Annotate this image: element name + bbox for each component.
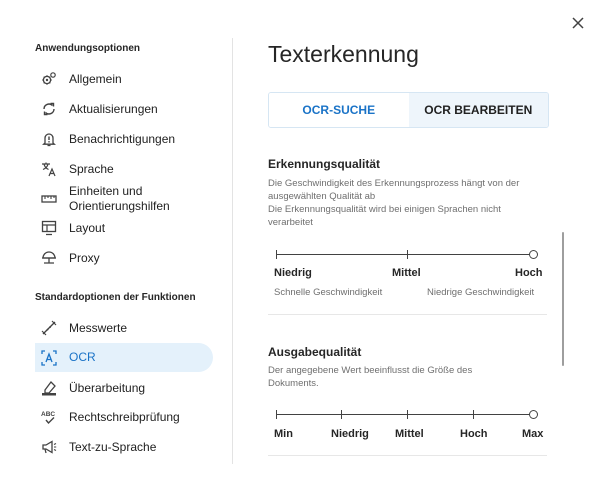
sidebar-item-general[interactable]: Allgemein bbox=[35, 70, 213, 88]
sidebar-item-language[interactable]: Sprache bbox=[35, 160, 213, 178]
output-level-low: Niedrig bbox=[331, 428, 369, 440]
close-button[interactable] bbox=[568, 13, 588, 33]
sidebar-item-label: Rechtschreibprüfung bbox=[69, 409, 180, 424]
translate-icon bbox=[40, 160, 58, 178]
layout-icon bbox=[40, 219, 58, 237]
sidebar-item-proxy[interactable]: Proxy bbox=[35, 249, 213, 267]
sidebar-item-label: Allgemein bbox=[69, 71, 122, 86]
megaphone-icon bbox=[40, 438, 58, 456]
section-divider bbox=[268, 314, 547, 315]
recognition-desc-line-2: Die Erkennungsqualität wird bei einigen … bbox=[268, 204, 501, 228]
sidebar-item-text-to-speech[interactable]: Text-zu-Sprache bbox=[35, 438, 213, 456]
recognition-quality-description: Die Geschwindigkeit des Erkennungsprozes… bbox=[268, 177, 548, 229]
sidebar-item-label: Proxy bbox=[69, 250, 100, 265]
slider-tick bbox=[407, 250, 408, 259]
sidebar-item-measurements[interactable]: Messwerte bbox=[35, 319, 213, 337]
slider-tick bbox=[341, 410, 342, 419]
ocr-settings-panel: Texterkennung OCR-SUCHE OCR BEARBEITEN E… bbox=[268, 0, 568, 500]
tab-ocr-edit[interactable]: OCR BEARBEITEN bbox=[408, 93, 548, 127]
content-scrollbar[interactable] bbox=[562, 232, 564, 366]
output-level-max: Max bbox=[522, 428, 544, 440]
spellcheck-icon: ABC bbox=[40, 408, 58, 426]
section-title-feature-defaults: Standardoptionen der Funktionen bbox=[35, 292, 196, 303]
sidebar-item-notifications[interactable]: Benachrichtigungen bbox=[35, 130, 213, 148]
output-level-min: Min bbox=[274, 428, 293, 440]
bell-alert-icon bbox=[40, 130, 58, 148]
output-level-high: Hoch bbox=[460, 428, 488, 440]
sidebar-item-units[interactable]: Einheiten und Orientierungshilfen bbox=[35, 183, 213, 215]
output-quality-slider[interactable] bbox=[276, 409, 538, 421]
sidebar-item-label: Einheiten und Orientierungshilfen bbox=[69, 184, 170, 213]
sidebar-item-label: OCR bbox=[69, 350, 96, 364]
sidebar-item-label: Layout bbox=[69, 220, 106, 235]
sidebar-item-label: Messwerte bbox=[69, 320, 128, 335]
slider-tick bbox=[407, 410, 408, 419]
recognition-sub-fast: Schnelle Geschwindigkeit bbox=[274, 287, 383, 298]
settings-sidebar: Anwendungsoptionen Allgemein Aktualisier… bbox=[0, 0, 232, 500]
slider-thumb[interactable] bbox=[529, 410, 538, 419]
ocr-icon bbox=[40, 349, 58, 367]
sidebar-item-redaction[interactable]: Überarbeitung bbox=[35, 379, 213, 397]
slider-thumb[interactable] bbox=[529, 250, 538, 259]
section-title-app-options: Anwendungsoptionen bbox=[35, 43, 140, 54]
recognition-quality-heading: Erkennungsqualität bbox=[268, 157, 381, 171]
refresh-icon bbox=[40, 100, 58, 118]
sidebar-item-label: Überarbeitung bbox=[69, 380, 146, 395]
sidebar-item-ocr[interactable]: OCR bbox=[35, 343, 213, 372]
sidebar-item-updates[interactable]: Aktualisierungen bbox=[35, 100, 213, 118]
sidebar-item-label: Benachrichtigungen bbox=[69, 131, 176, 146]
measure-icon bbox=[40, 319, 58, 337]
sidebar-divider bbox=[232, 38, 233, 464]
recognition-level-low: Niedrig bbox=[274, 267, 312, 279]
recognition-quality-slider[interactable] bbox=[276, 249, 538, 261]
recognition-level-high: Hoch bbox=[515, 267, 543, 279]
recognition-level-medium: Mittel bbox=[392, 267, 421, 279]
close-icon bbox=[572, 17, 584, 29]
sidebar-item-label: Sprache bbox=[69, 161, 114, 176]
slider-track bbox=[276, 254, 533, 255]
recognition-desc-line-1: Die Geschwindigkeit des Erkennungsprozes… bbox=[268, 178, 520, 202]
slider-track bbox=[276, 414, 533, 415]
ruler-icon bbox=[40, 190, 58, 208]
sidebar-item-spellcheck[interactable]: ABC Rechtschreibprüfung bbox=[35, 408, 213, 426]
slider-tick bbox=[473, 410, 474, 419]
proxy-icon bbox=[40, 249, 58, 267]
tab-ocr-search[interactable]: OCR-SUCHE bbox=[269, 93, 409, 127]
output-quality-heading: Ausgabequalität bbox=[268, 345, 362, 359]
section-divider bbox=[268, 455, 547, 456]
sidebar-item-label: Aktualisierungen bbox=[69, 101, 158, 116]
page-title: Texterkennung bbox=[268, 41, 419, 67]
output-quality-description: Der angegebene Wert beeinflusst die Größ… bbox=[268, 365, 473, 389]
sidebar-item-label: Text-zu-Sprache bbox=[69, 439, 157, 454]
eraser-icon bbox=[40, 379, 58, 397]
svg-text:ABC: ABC bbox=[41, 411, 55, 418]
output-level-medium: Mittel bbox=[395, 428, 424, 440]
slider-tick bbox=[276, 250, 277, 259]
slider-tick bbox=[276, 410, 277, 419]
recognition-sub-slow: Niedrige Geschwindigkeit bbox=[427, 287, 535, 298]
tab-bar: OCR-SUCHE OCR BEARBEITEN bbox=[268, 92, 549, 128]
gears-icon bbox=[40, 70, 58, 88]
sidebar-item-layout[interactable]: Layout bbox=[35, 219, 213, 237]
